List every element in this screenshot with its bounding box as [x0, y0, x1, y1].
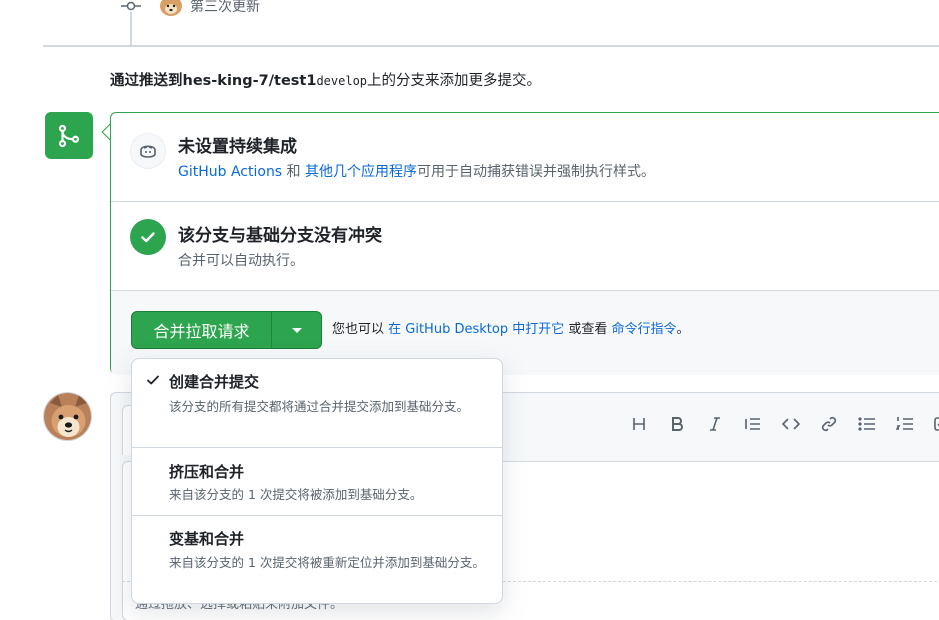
merge-option-title: 挤压和合并 — [169, 463, 245, 481]
merge-box: 未设置持续集成 GitHub Actions 和 其他几个应用程序可用于自动捕获… — [110, 112, 939, 375]
bulleted-list-icon[interactable] — [848, 413, 886, 435]
check-circle-icon — [130, 219, 166, 255]
open-in-desktop-link[interactable]: 在 GitHub Desktop 中打开它 — [388, 322, 564, 337]
heading-icon[interactable] — [620, 413, 658, 435]
merge-option-title: 创建合并提交 — [169, 373, 260, 391]
merge-option-create-merge-commit[interactable]: 创建合并提交 该分支的所有提交都将通过合并提交添加到基础分支。 — [132, 359, 502, 447]
alt-prefix: 您也可以 — [332, 322, 389, 337]
push-hint-prefix: 通过推送到 — [110, 73, 183, 89]
conflict-description: 合并可以自动执行。 — [178, 253, 304, 269]
push-hint-repo: hes-king-7/test1 — [182, 73, 317, 89]
ci-description: GitHub Actions 和 其他几个应用程序可用于自动捕获错误并强制执行样… — [178, 161, 655, 183]
merge-option-desc: 该分支的所有提交都将通过合并提交添加到基础分支。 — [169, 399, 470, 414]
editor-toolbar — [620, 413, 939, 435]
alt-suffix: 。 — [676, 322, 690, 337]
numbered-list-icon[interactable] — [886, 413, 924, 435]
user-avatar[interactable] — [43, 392, 92, 441]
merge-option-desc: 来自该分支的 1 次提交将被重新定位并添加到基础分支。 — [169, 555, 485, 570]
git-merge-icon — [45, 112, 93, 159]
merge-alternatives-text: 您也可以 在 GitHub Desktop 中打开它 或查看 命令行指令。 — [332, 320, 690, 340]
code-icon[interactable] — [772, 413, 810, 435]
alt-mid: 或查看 — [564, 322, 612, 337]
link-icon[interactable] — [810, 413, 848, 435]
ci-and-text: 和 — [282, 164, 306, 180]
conflict-section: 该分支与基础分支没有冲突 合并可以自动执行。 — [111, 202, 939, 291]
push-hint: 通过推送到hes-king-7/test1develop上的分支来添加更多提交。 — [110, 70, 541, 92]
commit-icon — [121, 0, 141, 12]
other-apps-link[interactable]: 其他几个应用程序 — [305, 164, 417, 180]
commit-author-avatar[interactable] — [160, 0, 182, 16]
copilot-bot-icon — [130, 133, 166, 169]
commit-message[interactable]: 第三次更新 — [190, 0, 260, 17]
push-hint-suffix: 上的分支来添加更多提交。 — [367, 73, 542, 89]
italic-icon[interactable] — [696, 413, 734, 435]
github-actions-link[interactable]: GitHub Actions — [178, 164, 282, 180]
merge-option-squash-and-merge[interactable]: 挤压和合并 来自该分支的 1 次提交将被添加到基础分支。 — [132, 447, 502, 515]
merge-option-desc: 来自该分支的 1 次提交将被添加到基础分支。 — [169, 487, 423, 502]
bold-icon[interactable] — [658, 413, 696, 435]
merge-method-menu: 创建合并提交 该分支的所有提交都将通过合并提交添加到基础分支。 挤压和合并 来自… — [131, 358, 503, 604]
task-list-icon[interactable] — [924, 413, 939, 435]
ci-desc-text: 可用于自动捕获错误并强制执行样式。 — [417, 164, 656, 180]
merge-option-title: 变基和合并 — [169, 530, 245, 548]
merge-method-dropdown-toggle[interactable] — [271, 311, 322, 349]
merge-pull-request-button[interactable]: 合并拉取请求 — [131, 311, 272, 349]
ci-section: 未设置持续集成 GitHub Actions 和 其他几个应用程序可用于自动捕获… — [111, 113, 939, 202]
push-hint-branch: develop — [316, 74, 368, 88]
caret-down-icon — [291, 327, 302, 333]
ci-title: 未设置持续集成 — [178, 137, 297, 157]
conflict-title: 该分支与基础分支没有冲突 — [178, 226, 382, 246]
command-line-instructions-link[interactable]: 命令行指令 — [611, 322, 676, 337]
quote-icon[interactable] — [734, 413, 772, 435]
merge-option-rebase-and-merge[interactable]: 变基和合并 来自该分支的 1 次提交将被重新定位并添加到基础分支。 — [132, 515, 502, 605]
timeline-divider — [43, 45, 939, 47]
check-icon — [146, 373, 160, 391]
